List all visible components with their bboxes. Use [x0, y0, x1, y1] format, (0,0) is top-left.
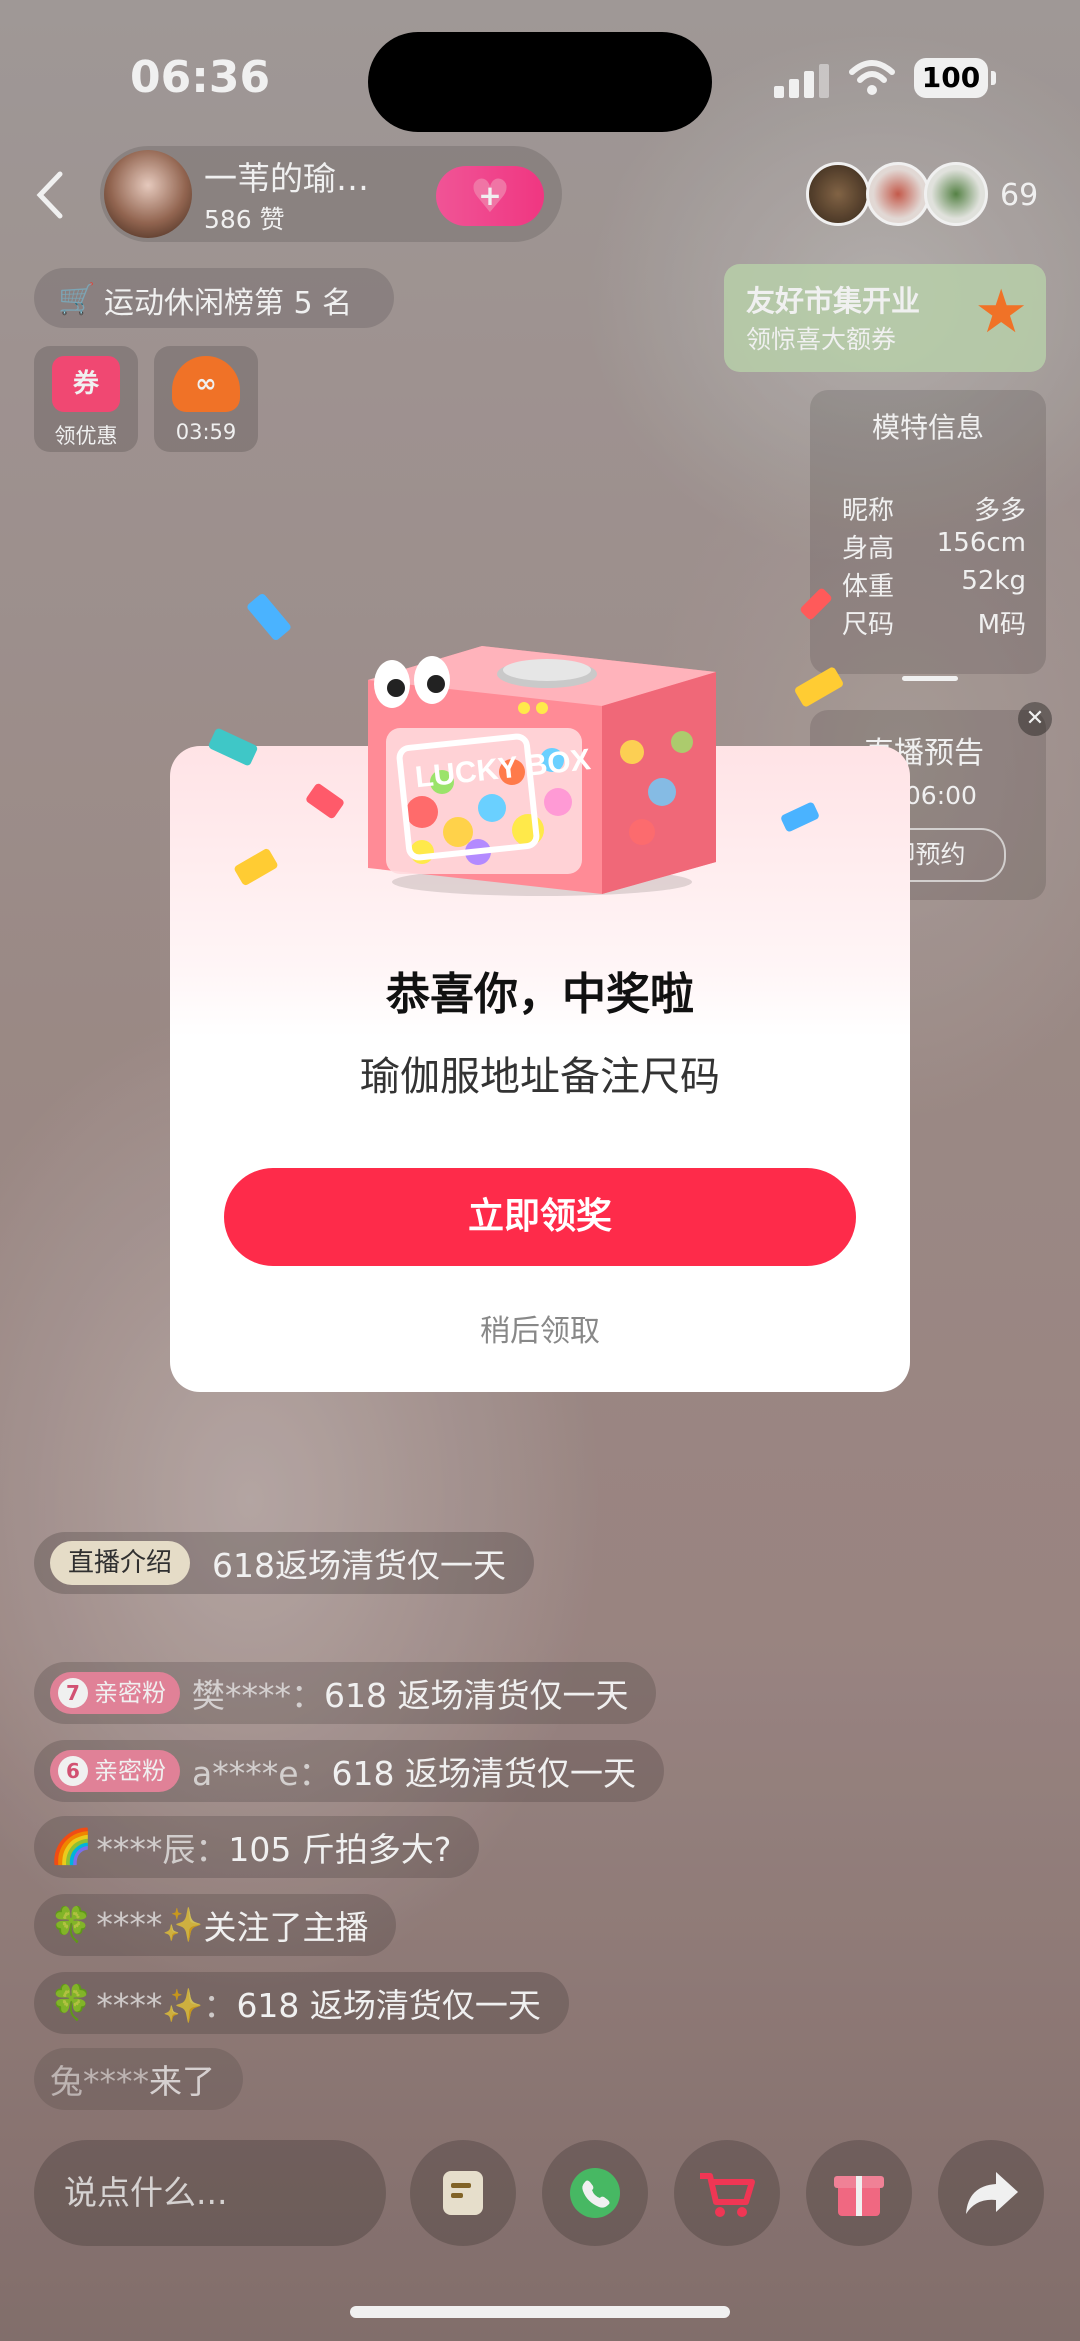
lucky-box-illustration: LUCKY BOX [368, 646, 716, 896]
claim-prize-button[interactable]: 立即领奖 [224, 1168, 856, 1266]
modal-subtitle: 瑜伽服地址备注尺码 [360, 1054, 720, 1100]
claim-later-button[interactable]: 稍后领取 [170, 1306, 910, 1350]
modal-title: 恭喜你，中奖啦 [386, 969, 694, 1020]
